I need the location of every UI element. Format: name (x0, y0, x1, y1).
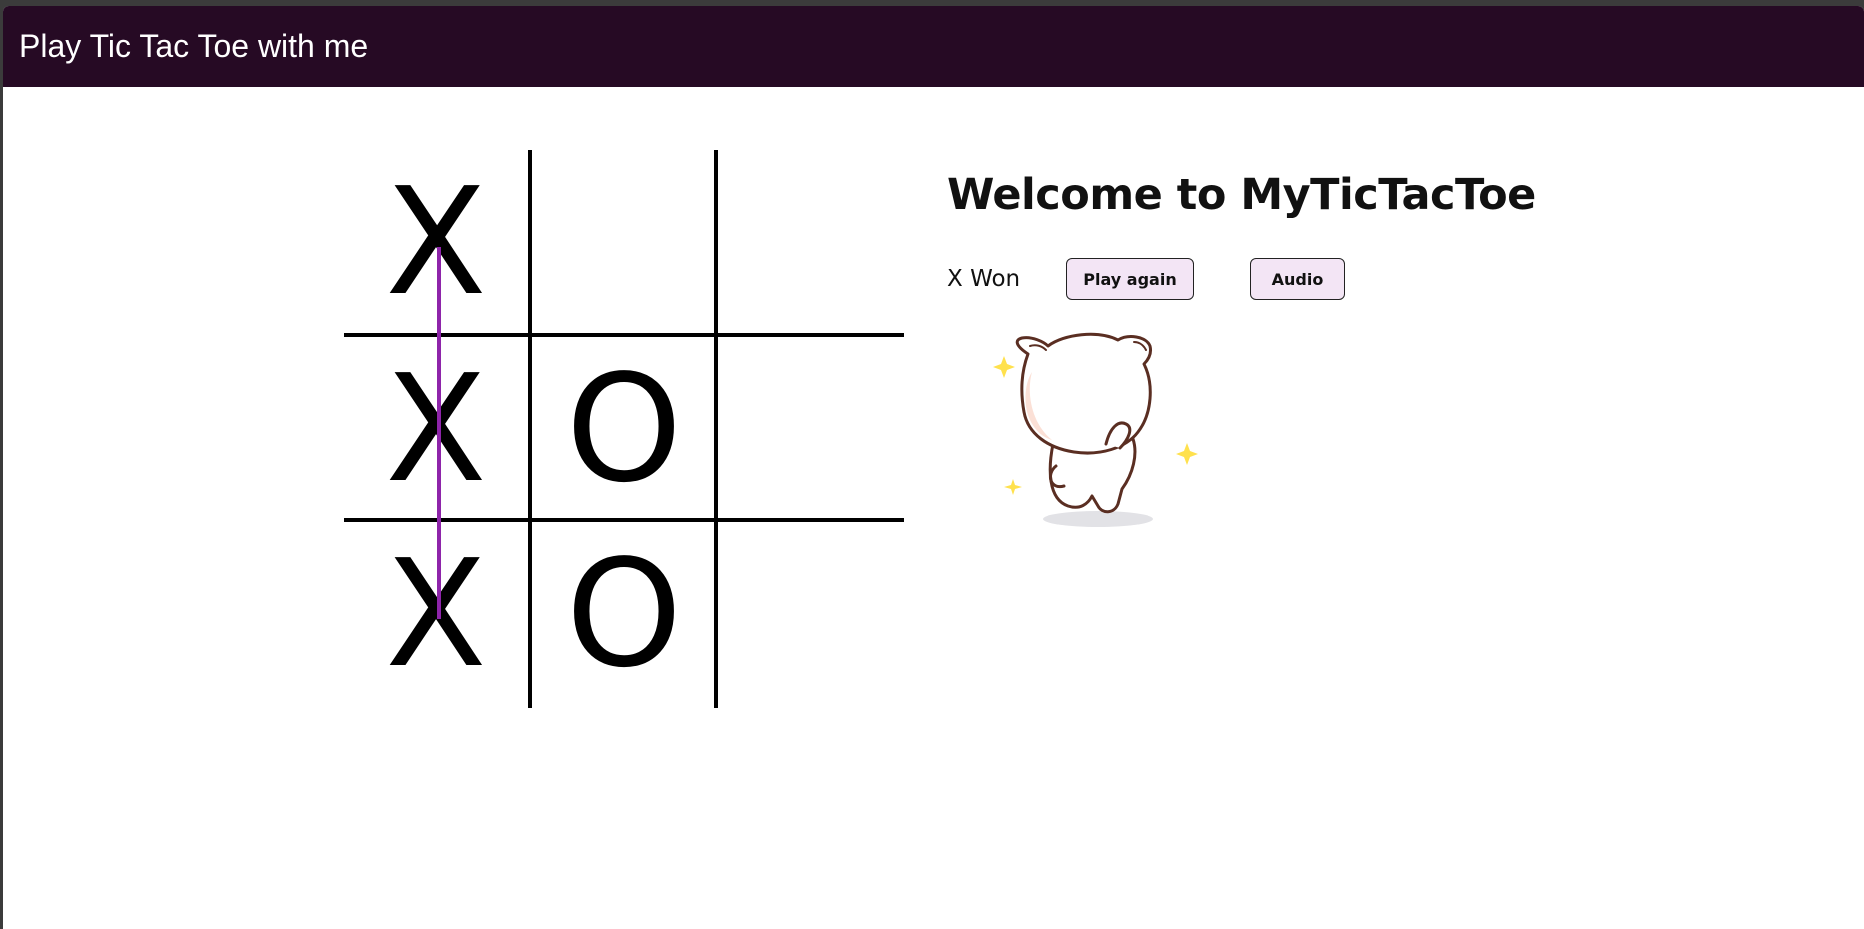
board-cell-2[interactable] (532, 150, 716, 334)
app-window: Play Tic Tac Toe with me X X O X O Welco… (3, 6, 1864, 929)
board-cell-9[interactable] (718, 522, 902, 706)
audio-button[interactable]: Audio (1250, 258, 1345, 300)
board-cell-4[interactable]: X (344, 337, 528, 521)
dancing-cat-icon (988, 324, 1203, 539)
winning-line (437, 247, 441, 619)
window-title: Play Tic Tac Toe with me (19, 28, 369, 64)
board-cell-6[interactable] (718, 337, 902, 521)
board-cell-8[interactable]: O (532, 522, 716, 706)
board-cell-5[interactable]: O (532, 337, 716, 521)
game-status: X Won (947, 266, 1021, 292)
game-board: X X O X O (344, 150, 904, 708)
board-cell-7[interactable]: X (344, 522, 528, 706)
board-cell-1[interactable]: X (344, 150, 528, 334)
board-cell-3[interactable] (718, 150, 902, 334)
play-again-button[interactable]: Play again (1066, 258, 1194, 300)
page-heading: Welcome to MyTicTacToe (947, 170, 1536, 220)
window-titlebar: Play Tic Tac Toe with me (3, 6, 1864, 87)
